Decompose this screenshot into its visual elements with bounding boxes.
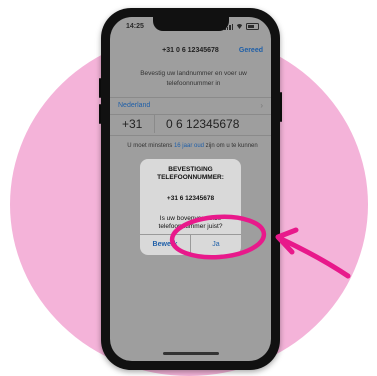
confirm-dialog: BEVESTIGING TELEFOONNUMMER: +31 6 123456… xyxy=(140,159,241,255)
phone-input-row[interactable]: +31 0 6 12345678 xyxy=(110,113,271,136)
done-button[interactable]: Gereed xyxy=(239,47,263,54)
age-link[interactable]: 16 jaar oud xyxy=(174,143,204,149)
home-indicator xyxy=(162,352,219,355)
age-notice: U moet minstens 16 jaar oud zijn om u te… xyxy=(120,142,265,150)
edit-button[interactable]: Bewerk xyxy=(140,235,191,255)
country-name: Nederland xyxy=(118,102,151,109)
instructions-text: Bevestig uw landnummer en voer uw telefo… xyxy=(140,70,247,87)
dialog-title: BEVESTIGING TELEFOONNUMMER: xyxy=(157,166,224,181)
status-icons xyxy=(224,23,259,30)
dialog-actions: Bewerk Ja xyxy=(140,234,241,255)
volume-up-button xyxy=(99,78,101,98)
volume-down-button xyxy=(99,104,101,124)
divider xyxy=(154,115,155,133)
battery-icon xyxy=(246,23,259,30)
phone-device: 14:25 +31 0 6 12345678 Gereed Bevestig u… xyxy=(99,8,282,370)
power-button xyxy=(280,92,282,122)
phone-screen: 14:25 +31 0 6 12345678 Gereed Bevestig u… xyxy=(110,17,271,361)
wifi-icon xyxy=(236,24,243,29)
dialog-question: Is uw bovenvermelde telefoonnummer juist… xyxy=(158,215,223,230)
chevron-right-icon: › xyxy=(260,101,263,110)
age-notice-suffix: zijn om u te kunnen xyxy=(204,143,258,149)
notch xyxy=(152,17,229,31)
age-notice-prefix: U moet minstens xyxy=(127,143,174,149)
confirm-button[interactable]: Ja xyxy=(191,235,241,255)
status-time: 14:25 xyxy=(126,23,144,30)
dialog-number: +31 6 12345678 xyxy=(166,195,215,202)
phone-number-field[interactable]: 0 6 12345678 xyxy=(166,117,239,131)
nav-bar: +31 0 6 12345678 Gereed xyxy=(110,47,271,61)
country-code: +31 xyxy=(122,117,143,131)
